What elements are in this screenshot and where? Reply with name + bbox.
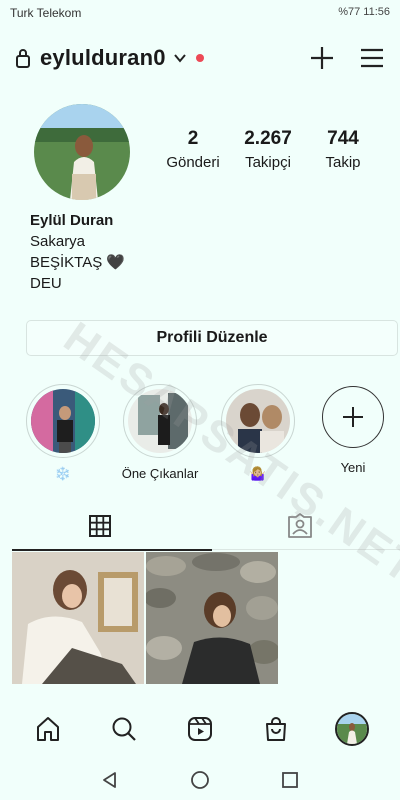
posts-label: Gönderi xyxy=(166,154,220,171)
nav-reels[interactable] xyxy=(180,709,220,749)
bio-line-1: Sakarya xyxy=(30,233,86,250)
profile-bio: Eylül Duran Sakarya BEŞİKTAŞ 🖤 DEU xyxy=(30,210,125,294)
edit-profile-button[interactable]: Profili Düzenle xyxy=(26,320,398,356)
chevron-down-icon[interactable] xyxy=(172,50,188,66)
new-highlight-button[interactable]: Yeni xyxy=(303,384,400,475)
highlight-item[interactable]: Öne Çıkanlar xyxy=(110,384,210,481)
profile-avatar[interactable] xyxy=(34,104,130,200)
plus-icon xyxy=(343,407,363,427)
tab-divider xyxy=(212,549,400,550)
menu-icon[interactable] xyxy=(358,44,386,72)
post-thumbnail[interactable] xyxy=(12,552,144,684)
nav-profile[interactable] xyxy=(332,709,372,749)
profile-stats: 2 Gönderi 2.267 Takipçi 744 Takip xyxy=(150,128,386,178)
tagged-user-icon xyxy=(288,513,312,538)
home-icon xyxy=(37,717,59,741)
post-thumbnail[interactable] xyxy=(146,552,278,684)
new-highlight-label: Yeni xyxy=(340,460,366,475)
nav-home[interactable] xyxy=(28,709,68,749)
posts-count: 2 xyxy=(187,128,199,149)
posts-grid xyxy=(12,552,280,684)
tab-posts-grid[interactable] xyxy=(0,502,200,550)
profile-avatar-small xyxy=(335,712,369,746)
search-icon xyxy=(112,717,136,741)
notification-dot xyxy=(195,54,204,62)
following-count: 744 xyxy=(327,128,359,149)
recents-icon[interactable] xyxy=(280,770,300,790)
highlight-thumbnail xyxy=(31,389,95,453)
highlight-label: Öne Çıkanlar xyxy=(121,466,199,481)
followers-label: Takipçi xyxy=(245,154,291,171)
highlight-label: ❄️ xyxy=(54,466,72,481)
grid-icon xyxy=(89,515,111,537)
lock-icon xyxy=(16,49,30,68)
status-bar: Turk Telekom %77 11:56 xyxy=(0,0,400,22)
tab-tagged[interactable] xyxy=(200,502,400,550)
nav-search[interactable] xyxy=(104,709,144,749)
status-indicators: %77 11:56 xyxy=(338,6,390,18)
nav-shop[interactable] xyxy=(256,709,296,749)
display-name: Eylül Duran xyxy=(30,212,114,229)
reels-icon xyxy=(188,717,212,741)
add-post-icon[interactable] xyxy=(308,44,336,72)
bottom-navigation xyxy=(0,706,400,752)
bio-line-2: BEŞİKTAŞ 🖤 xyxy=(30,254,126,271)
carrier-label: Turk Telekom xyxy=(10,6,82,20)
story-highlights: ❄️ Öne Çıkanlar xyxy=(0,384,400,484)
profile-tabs xyxy=(0,502,400,550)
highlight-thumbnail xyxy=(128,389,192,453)
highlight-item[interactable]: ❄️ xyxy=(13,384,113,482)
highlight-item[interactable]: 🤷🏼‍♀️ xyxy=(208,384,308,482)
posts-stat[interactable]: 2 Gönderi xyxy=(158,128,228,178)
highlight-label: 🤷🏼‍♀️ xyxy=(249,466,267,481)
highlight-thumbnail xyxy=(226,389,290,453)
system-navigation xyxy=(0,760,400,800)
following-label: Takip xyxy=(325,154,361,171)
bio-line-3: DEU xyxy=(30,275,62,292)
profile-header: eylulduran0 xyxy=(0,36,400,80)
active-tab-indicator xyxy=(12,549,212,551)
shopping-bag-icon xyxy=(266,717,286,741)
followers-count: 2.267 xyxy=(244,128,292,149)
home-circle-icon[interactable] xyxy=(190,770,210,790)
followers-stat[interactable]: 2.267 Takipçi xyxy=(233,128,303,178)
following-stat[interactable]: 744 Takip xyxy=(308,128,378,178)
username[interactable]: eylulduran0 xyxy=(40,45,166,71)
back-icon[interactable] xyxy=(100,770,120,790)
